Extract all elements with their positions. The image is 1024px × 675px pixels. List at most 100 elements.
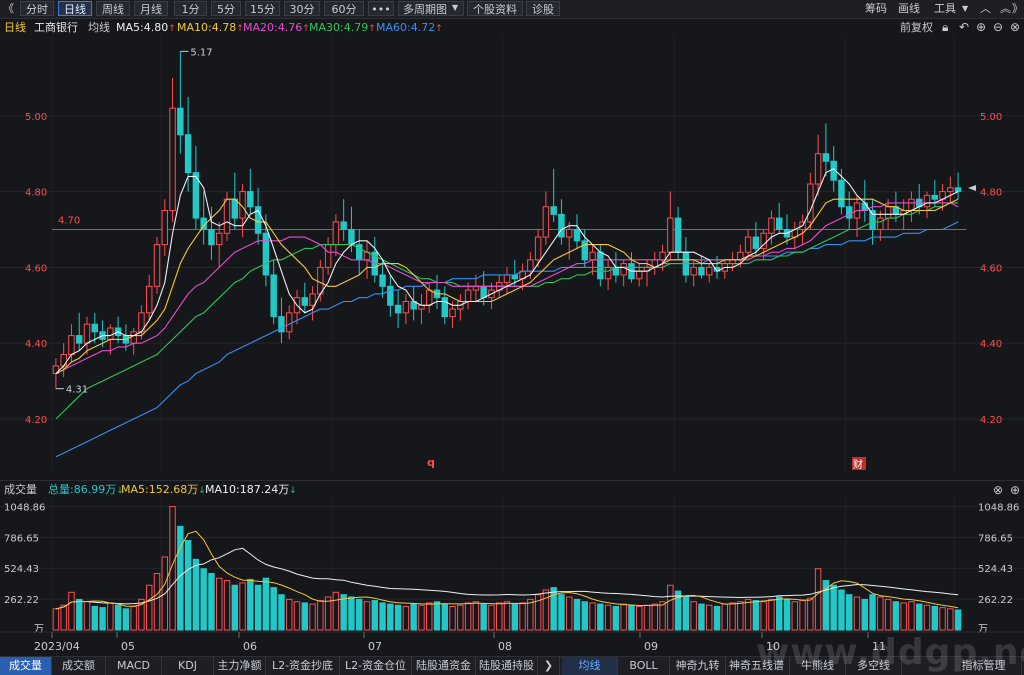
overlay-tab-2[interactable]: 神奇九转 — [670, 657, 726, 675]
candle-body — [581, 240, 588, 261]
price-tick-right: 4.60 — [980, 263, 1002, 274]
candle-body — [324, 244, 332, 268]
volume-bar — [643, 604, 651, 631]
volume-bar — [884, 598, 892, 631]
indicator-tab-4[interactable]: 主力净额 — [214, 657, 266, 675]
indicator-tab-3[interactable]: KDJ — [162, 657, 214, 675]
volume-bar — [838, 589, 845, 631]
low-price-label: 4.31 — [66, 385, 88, 396]
overlay-tab-1[interactable]: BOLL — [618, 657, 670, 675]
candle-body — [534, 236, 542, 261]
volume-bar — [122, 608, 130, 631]
indicator-tab-8[interactable]: 陆股通持股 — [476, 657, 538, 675]
volume-bar — [830, 584, 837, 631]
volume-bar — [900, 602, 907, 631]
indicator-tab-5[interactable]: L2-资金抄底 — [266, 657, 340, 675]
price-tick-left: 5.00 — [25, 112, 47, 123]
candle-body — [286, 312, 293, 333]
candle-body — [807, 183, 814, 223]
volume-bar — [387, 603, 394, 631]
candle-body — [667, 217, 674, 253]
volume-bar — [783, 598, 791, 631]
candle-body — [566, 228, 573, 238]
candle-body — [161, 210, 169, 246]
volume-bar — [760, 601, 767, 631]
volume-bar — [713, 605, 721, 631]
event-marker-q[interactable]: q — [427, 456, 435, 469]
candle-body — [698, 266, 705, 276]
volume-bar — [208, 572, 215, 631]
volume-bar — [99, 607, 106, 631]
volume-bar — [449, 605, 456, 631]
candle-body — [542, 206, 550, 238]
price-tick-right: 5.00 — [980, 112, 1002, 123]
indicator-tab-2[interactable]: MACD — [106, 657, 162, 675]
x-tick-label: 07 — [368, 640, 382, 653]
candle-body — [558, 213, 565, 238]
volume-title: 成交量 — [4, 483, 37, 496]
volume-bar — [869, 594, 876, 631]
volume-unit-left: 万 — [34, 624, 44, 635]
volume-bar — [464, 602, 472, 631]
volume-bar — [589, 602, 596, 631]
event-marker-cai[interactable]: 财 — [853, 458, 863, 471]
indicator-tab-6[interactable]: L2-资金仓位 — [340, 657, 412, 675]
x-tick-label: 05 — [121, 640, 135, 653]
x-tick-label: 08 — [498, 640, 512, 653]
candle-body — [68, 335, 75, 356]
volume-bar — [698, 603, 705, 631]
volume-bar — [947, 608, 954, 631]
volume-bar — [628, 604, 635, 631]
volume-bar — [301, 602, 308, 631]
volume-bar — [480, 603, 487, 631]
volume-bar — [846, 594, 853, 631]
candle-body — [387, 285, 394, 306]
candle-body — [573, 228, 581, 242]
candle-body — [480, 285, 487, 299]
price-tick-left: 4.60 — [25, 263, 47, 274]
indicator-tab-7[interactable]: 陆股通资金 — [412, 657, 476, 675]
volume-bar — [861, 598, 868, 631]
volume-expand-icon[interactable]: ⊕ — [1010, 481, 1020, 499]
candle-body — [340, 221, 347, 230]
indicator-tab-0[interactable]: 成交量 — [0, 657, 52, 675]
candle-body — [441, 297, 448, 318]
volume-bar — [620, 603, 627, 631]
volume-bar — [278, 594, 285, 631]
volume-bar — [239, 582, 246, 631]
volume-tick-left: 262.22 — [4, 595, 39, 606]
volume-bar — [931, 605, 938, 631]
volume-close-icon[interactable]: ⊗ — [993, 481, 1003, 499]
indicator-tab-1[interactable]: 成交额 — [52, 657, 106, 675]
candle-body — [348, 228, 355, 246]
overlay-tab-0[interactable]: 均线 — [562, 657, 618, 675]
candle-body — [884, 206, 892, 219]
volume-bar — [68, 591, 75, 631]
volume-tick-right: 524.43 — [978, 564, 1013, 575]
candle-body — [317, 266, 324, 295]
volume-bar — [744, 598, 752, 631]
price-chart[interactable]: 5.00 5.00 4.80 4.80 4.60 4.60 4.40 4.40 4.20 4.20… — [0, 0, 1024, 480]
candle-body — [60, 354, 67, 367]
volume-bar — [410, 603, 417, 631]
candle-body — [247, 191, 254, 208]
tabs-next-icon[interactable]: ❯ — [538, 657, 560, 675]
price-tick-left: 4.80 — [25, 188, 47, 199]
candle-body — [394, 304, 402, 314]
candle-body — [527, 259, 534, 272]
volume-bar — [76, 598, 83, 631]
candle-body — [776, 217, 783, 230]
volume-bar — [566, 596, 573, 631]
volume-bar — [60, 604, 67, 631]
volume-bar — [519, 602, 526, 631]
volume-bar — [814, 568, 822, 631]
candle-body — [690, 266, 697, 276]
volume-bar — [83, 601, 91, 631]
candle-body — [503, 274, 511, 284]
volume-tick-right: 786.65 — [978, 533, 1013, 544]
candle-body — [169, 107, 176, 212]
volume-bar — [192, 558, 200, 631]
volume-bar — [262, 577, 270, 631]
price-tick-right: 4.20 — [980, 415, 1002, 426]
candle-body — [729, 259, 736, 265]
